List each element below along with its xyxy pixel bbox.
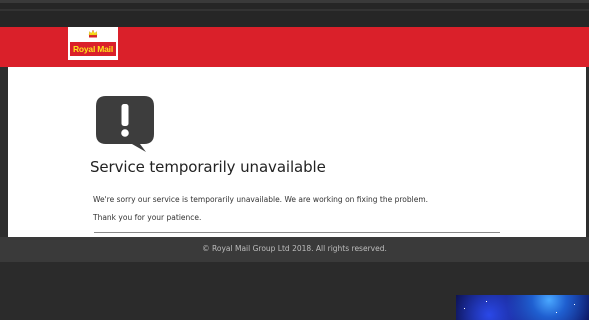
exclamation-speech-bubble-icon xyxy=(96,96,154,152)
star xyxy=(464,308,465,309)
page-title: Service temporarily unavailable xyxy=(90,158,326,176)
error-card: Service temporarily unavailable We're so… xyxy=(8,67,586,237)
star xyxy=(574,304,575,305)
royal-mail-logo[interactable]: Royal Mail xyxy=(68,27,118,60)
thanks-message: Thank you for your patience. xyxy=(93,213,202,222)
error-message: We're sorry our service is temporarily u… xyxy=(93,195,429,204)
crown-icon xyxy=(88,30,98,38)
logo-text: Royal Mail xyxy=(70,42,116,56)
star xyxy=(486,301,487,302)
copyright-text: © Royal Mail Group Ltd 2018. All rights … xyxy=(202,244,387,253)
top-bar-line xyxy=(0,9,589,11)
space-image-thumbnail xyxy=(456,295,589,320)
site-footer: © Royal Mail Group Ltd 2018. All rights … xyxy=(0,237,589,262)
browser-top-bar xyxy=(0,0,589,27)
site-header: Royal Mail xyxy=(0,27,589,67)
star xyxy=(556,312,557,313)
divider xyxy=(94,232,500,233)
